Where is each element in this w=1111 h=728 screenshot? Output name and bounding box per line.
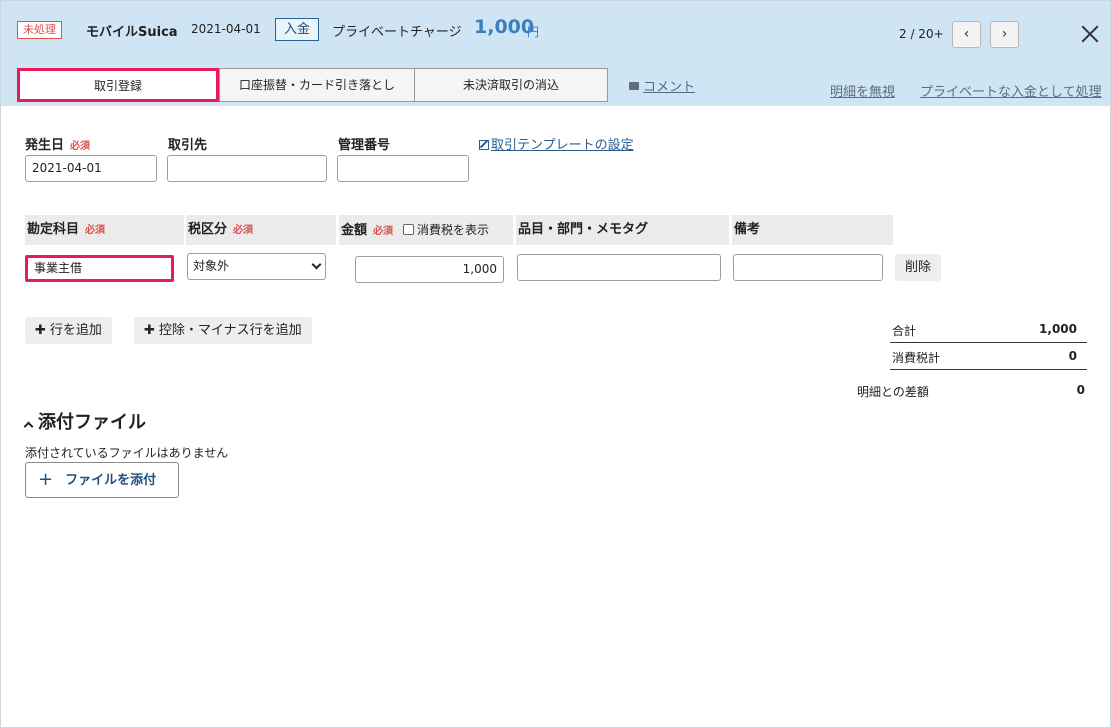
required-mark: 必須 (70, 141, 91, 152)
tax-total-label: 消費税計 (892, 351, 941, 365)
tab-label: 取引登録 (93, 79, 142, 93)
template-link-label: 取引テンプレートの設定 (491, 138, 634, 153)
comment-label: コメント (643, 80, 696, 95)
total-value: 1,000 (1039, 322, 1077, 336)
no-files-message: 添付されているファイルはありません (25, 446, 229, 460)
note-input[interactable] (733, 254, 883, 281)
delete-row-button[interactable]: 削除 (895, 254, 942, 281)
attachments-toggle[interactable]: 添付ファイル (23, 408, 146, 434)
tab-label: 未決済取引の消込 (462, 78, 559, 92)
diff-value: 0 (1076, 383, 1085, 397)
currency-unit: 円 (527, 25, 540, 39)
tab-label: 口座振替・カード引き落とし (238, 78, 395, 92)
note-column-header: 備考 (732, 215, 893, 245)
chevron-right-icon: › (1001, 26, 1008, 42)
statement-header: 未処理 モバイルSuica 2021-04-01 入金 プライベートチャージ 1… (1, 1, 1110, 106)
account-input[interactable]: 事業主借 (25, 255, 174, 282)
pager-count: 2 / 20+ (899, 27, 944, 41)
tax-select-value: 対象外 (193, 259, 230, 273)
edit-icon (479, 140, 489, 150)
partner-input[interactable] (167, 155, 327, 182)
dialog-frame (0, 0, 1111, 728)
attach-file-button[interactable]: + ファイルを添付 (25, 462, 179, 498)
amount-input[interactable]: 1,000 (355, 256, 504, 283)
chevron-left-icon: ‹ (963, 26, 970, 42)
type-badge: 入金 (275, 18, 320, 41)
chevron-down-icon (311, 259, 322, 270)
tab-reconcile[interactable]: 未決済取引の消込 (414, 68, 608, 102)
comment-link[interactable]: コメント (629, 76, 695, 95)
comment-icon (629, 82, 639, 90)
show-tax-checkbox[interactable] (403, 224, 415, 235)
date-label: 発生日 必須 (25, 134, 90, 153)
add-deduction-row-label: 控除・マイナス行を追加 (158, 323, 302, 338)
amount-column-header: 金額 必須 消費税を表示 (339, 215, 513, 245)
plus-icon: ✚ (144, 323, 155, 338)
totals-divider (890, 369, 1087, 370)
tax-select[interactable]: 対象外 (187, 253, 326, 280)
private-income-link[interactable]: プライベートな入金として処理 (920, 81, 1102, 100)
diff-label: 明細との差額 (857, 385, 929, 399)
attachments-title: 添付ファイル (38, 412, 146, 433)
tab-transfer[interactable]: 口座振替・カード引き落とし (219, 68, 415, 102)
mgmt-number-label: 管理番号 (338, 138, 391, 153)
transaction-date: 2021-04-01 (191, 22, 261, 36)
tax-header-text: 税区分 (188, 222, 228, 237)
template-settings-link[interactable]: 取引テンプレートの設定 (479, 134, 634, 153)
next-button[interactable]: › (990, 21, 1019, 48)
add-row-button[interactable]: ✚ 行を追加 (25, 317, 112, 344)
required-mark: 必須 (373, 226, 394, 237)
attach-file-label: ファイルを添付 (65, 473, 157, 488)
amount-header-text: 金額 (341, 223, 368, 238)
required-mark: 必須 (233, 225, 254, 236)
close-icon[interactable] (1077, 21, 1103, 47)
chevron-up-icon (23, 421, 34, 432)
required-mark: 必須 (85, 225, 106, 236)
account-column-header: 勘定科目 必須 (25, 215, 184, 245)
transaction-description: プライベートチャージ (332, 25, 462, 40)
total-label: 合計 (892, 324, 917, 338)
tab-register[interactable]: 取引登録 (17, 68, 219, 102)
add-row-label: 行を追加 (49, 323, 102, 338)
date-input[interactable]: 2021-04-01 (25, 155, 157, 182)
ignore-link[interactable]: 明細を無視 (830, 81, 895, 100)
partner-label: 取引先 (168, 138, 208, 153)
transaction-amount: 1,000 (474, 16, 535, 38)
plus-icon: ✚ (35, 323, 46, 338)
plus-icon: + (38, 469, 54, 490)
status-badge: 未処理 (17, 21, 62, 39)
totals-divider (890, 342, 1087, 343)
tax-column-header: 税区分 必須 (186, 215, 336, 245)
date-label-text: 発生日 (25, 138, 65, 153)
tags-column-header: 品目・部門・メモタグ (516, 215, 729, 245)
mgmt-number-input[interactable] (337, 155, 469, 182)
account-header-text: 勘定科目 (27, 222, 80, 237)
add-deduction-row-button[interactable]: ✚ 控除・マイナス行を追加 (134, 317, 312, 344)
tax-total-value: 0 (1068, 349, 1077, 363)
account-name: モバイルSuica (86, 25, 178, 40)
show-tax-label: 消費税を表示 (417, 223, 490, 237)
prev-button[interactable]: ‹ (952, 21, 981, 48)
tags-input[interactable] (517, 254, 721, 281)
